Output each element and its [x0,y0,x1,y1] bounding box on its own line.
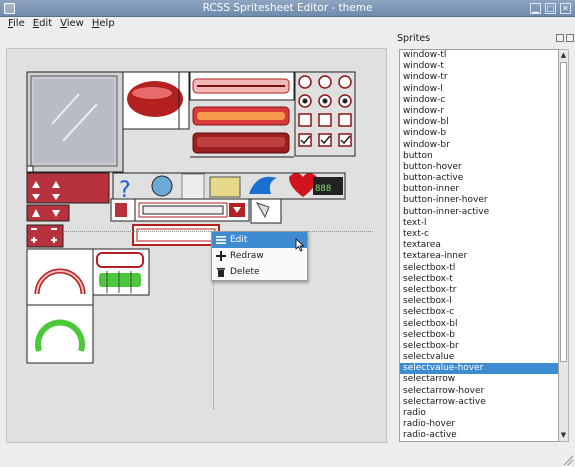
title-bar: RCSS Spritesheet Editor - theme ▁ □ ✕ [0,0,575,17]
trash-icon [217,268,225,277]
sprite-list-item[interactable]: window-tl [400,50,558,61]
sprite-list-item[interactable]: selectbox-br [400,341,558,352]
sprite-list-item[interactable]: button-inner [400,184,558,195]
scroll-up-icon[interactable]: ▲ [560,51,567,60]
sprite-list-item[interactable]: radio [400,408,558,419]
status-bar [0,446,575,467]
list-icon [216,236,226,244]
sprite-list-item[interactable]: text-c [400,229,558,240]
menu-help[interactable]: Help [88,17,119,32]
svg-text:888: 888 [315,184,331,194]
sprite-list-item[interactable]: window-t [400,61,558,72]
float-dock-icon[interactable] [556,34,564,42]
sprite-list-item[interactable]: selectbox-bl [400,319,558,330]
context-redraw[interactable]: Redraw [212,248,307,264]
sprite-list-item[interactable]: radio-active [400,430,558,441]
sprite-list-item[interactable]: window-br [400,140,558,151]
sprite-list-scrollbar[interactable]: ▲ ▼ [559,49,569,442]
plus-icon [216,251,226,261]
sprite-list-item[interactable]: window-tr [400,72,558,83]
sprite-list-item[interactable]: button-inner-hover [400,195,558,206]
sprite-list-item[interactable]: radio-hover [400,419,558,430]
sprite-list-item[interactable]: selectbox-tl [400,263,558,274]
close-icon[interactable]: ✕ [560,3,571,14]
sprite-list-item[interactable]: selectarrow [400,374,558,385]
sprite-list-item[interactable]: text-l [400,218,558,229]
sprite-list-item[interactable]: button-hover [400,162,558,173]
sprite-list-item[interactable]: window-bl [400,117,558,128]
sprite-list-item[interactable]: textarea [400,240,558,251]
sprite-list-item[interactable]: window-c [400,95,558,106]
sprite-list-item[interactable]: selectarrow-active [400,397,558,408]
menu-file[interactable]: File [4,17,29,32]
sprite-list-item[interactable]: button-inner-active [400,207,558,218]
sprite-list-item[interactable]: selectarrow-hover [400,386,558,397]
sprite-list-item[interactable]: textarea-inner [400,251,558,262]
sprite-list-item[interactable]: window-r [400,106,558,117]
sprite-list[interactable]: window-tl window-t window-tr window-l window… [399,49,559,442]
mouse-cursor-icon [295,238,305,252]
context-delete-label: Delete [230,267,260,277]
window-title: RCSS Spritesheet Editor - theme [202,2,373,14]
maximize-icon[interactable]: □ [545,3,556,14]
spritesheet-canvas[interactable]: ? 888 [6,48,387,443]
sprite-list-item[interactable]: button-active [400,173,558,184]
spritesheet-image[interactable]: ? 888 [7,49,387,443]
scroll-down-icon[interactable]: ▼ [560,431,567,440]
minimize-icon[interactable]: ▁ [530,3,541,14]
sprite-list-item[interactable]: selectbox-c [400,307,558,318]
sprite-list-item[interactable]: selectbox-l [400,296,558,307]
sprites-dock-title: Sprites [397,33,431,44]
context-menu: Edit Redraw Delete [211,231,308,281]
context-redraw-label: Redraw [230,251,264,261]
sprite-list-item[interactable]: selectbox-tr [400,285,558,296]
sprite-list-item[interactable]: window-b [400,128,558,139]
resize-grip-icon[interactable] [563,455,573,465]
context-edit[interactable]: Edit [212,232,307,248]
menu-view[interactable]: View [56,17,88,32]
menu-edit[interactable]: Edit [29,17,56,32]
sprite-list-item[interactable]: selectvalue-hover [400,363,558,375]
close-dock-icon[interactable] [566,34,574,42]
menu-bar: File Edit View Help [0,17,575,32]
scroll-thumb[interactable] [560,62,567,362]
sprite-list-item[interactable]: selectvalue [400,352,558,363]
sprite-list-item[interactable]: selectbox-t [400,274,558,285]
sprite-list-item[interactable]: window-l [400,84,558,95]
context-edit-label: Edit [230,235,248,245]
sprite-list-item[interactable]: button [400,151,558,162]
context-delete[interactable]: Delete [212,264,307,280]
sprite-list-item[interactable]: selectbox-b [400,330,558,341]
